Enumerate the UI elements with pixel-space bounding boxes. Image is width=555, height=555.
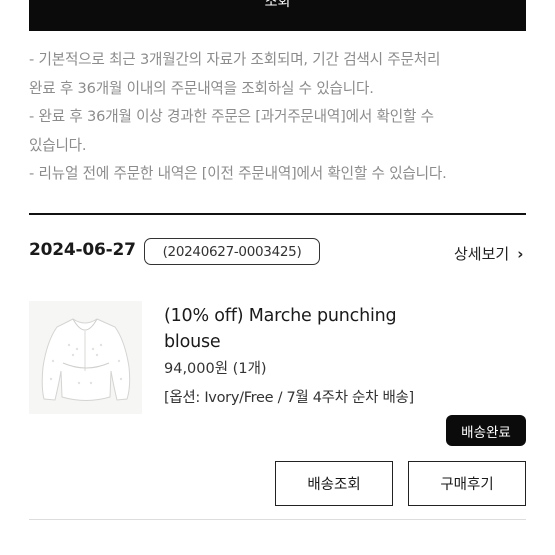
- product-price: 94,000원 (1개): [164, 361, 267, 377]
- order-date: 2024-06-27: [29, 240, 136, 260]
- section-divider: [29, 519, 526, 520]
- order-detail-label: 상세보기: [454, 245, 510, 263]
- section-divider: [29, 213, 526, 215]
- track-delivery-button[interactable]: 배송조회: [275, 461, 393, 506]
- notice-line: - 완료 후 36개월 이상 경과한 주문은 [과거주문내역]에서 확인할 수: [29, 108, 434, 125]
- product-thumbnail[interactable]: [29, 301, 142, 414]
- notice-line: 있습니다.: [29, 136, 87, 154]
- product-name[interactable]: (10% off) Marche punching blouse: [164, 303, 424, 355]
- write-review-button[interactable]: 구매후기: [408, 461, 526, 506]
- search-button-label: 조회: [264, 0, 291, 10]
- search-button[interactable]: 조회: [29, 0, 526, 31]
- order-number-badge: (20240627-0003425): [144, 238, 320, 265]
- status-badge: 배송완료: [446, 415, 526, 446]
- chevron-right-icon: ›: [517, 244, 524, 263]
- notice-line: - 리뉴얼 전에 주문한 내역은 [이전 주문내역]에서 확인할 수 있습니다.: [29, 165, 447, 182]
- blouse-image-icon: [29, 301, 142, 414]
- product-option: [옵션: Ivory/Free / 7월 4주차 순차 배송]: [164, 390, 414, 406]
- notice-text: - 기본적으로 최근 3개월간의 자료가 조회되며, 기간 검색시 주문처리 완…: [29, 46, 534, 189]
- notice-line: - 기본적으로 최근 3개월간의 자료가 조회되며, 기간 검색시 주문처리: [29, 51, 441, 68]
- notice-line: 완료 후 36개월 이내의 주문내역을 조회하실 수 있습니다.: [29, 79, 374, 97]
- order-detail-link[interactable]: 상세보기 ›: [454, 243, 523, 264]
